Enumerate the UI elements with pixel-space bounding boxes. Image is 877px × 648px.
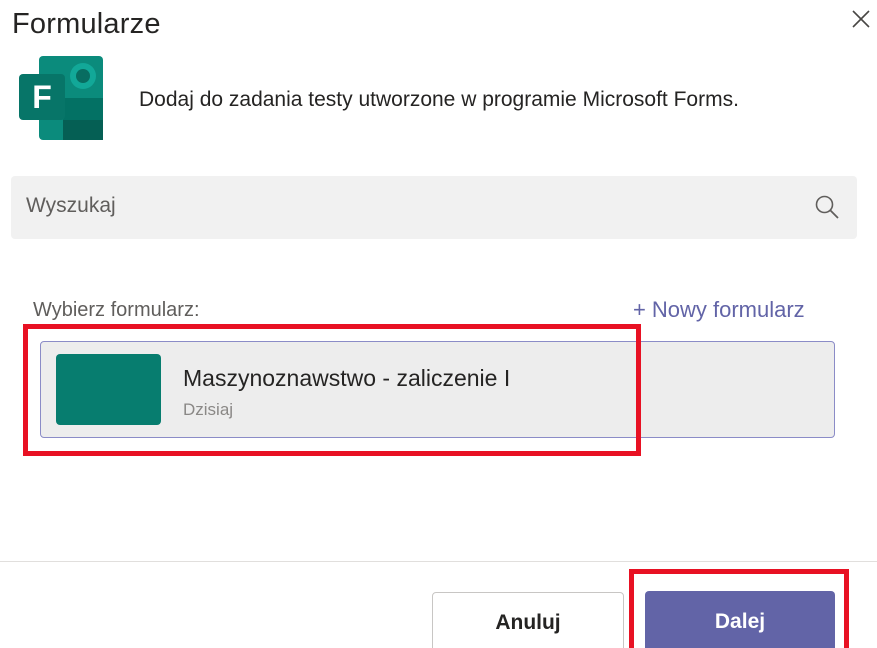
cancel-button[interactable]: Anuluj	[432, 592, 624, 648]
close-icon[interactable]	[848, 6, 874, 32]
next-button[interactable]: Dalej	[645, 591, 835, 648]
footer-divider	[0, 561, 877, 562]
form-list-item[interactable]: Maszynoznawstwo - zaliczenie I Dzisiaj	[40, 341, 835, 438]
form-date: Dzisiaj	[183, 400, 234, 419]
search-input[interactable]: Wyszukaj	[26, 194, 116, 218]
new-form-link[interactable]: + Nowy formularz	[633, 297, 805, 323]
microsoft-forms-logo-icon: F	[17, 54, 105, 142]
form-name: Maszynoznawstwo - zaliczenie I	[183, 365, 511, 391]
choose-form-label: Wybierz formularz:	[33, 299, 200, 321]
dialog-title: Formularze	[12, 8, 161, 40]
plus-icon: +	[633, 297, 646, 322]
form-thumbnail	[56, 354, 161, 425]
dialog-description: Dodaj do zadania testy utworzone w progr…	[139, 88, 739, 111]
svg-text:F: F	[32, 79, 52, 115]
search-icon[interactable]	[813, 193, 841, 221]
search-box[interactable]: Wyszukaj	[11, 176, 857, 239]
new-form-label: Nowy formularz	[651, 297, 805, 322]
